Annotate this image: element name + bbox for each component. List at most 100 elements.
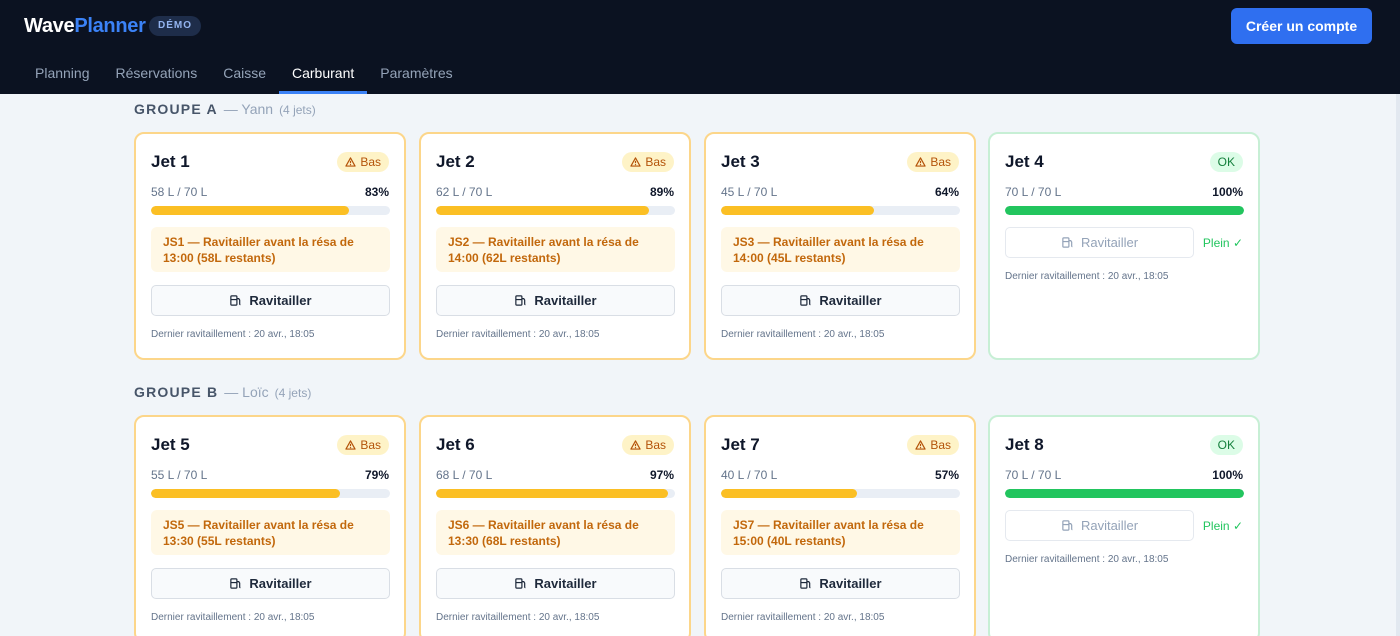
group-header-b: GROUPE B — Loïc (4 jets) — [134, 384, 311, 400]
full-status-label: Plein ✓ — [1202, 519, 1243, 533]
tab-reservations[interactable]: Réservations — [103, 53, 211, 94]
fuel-gauge — [151, 489, 390, 498]
brand-logo[interactable]: WavePlanner — [24, 15, 146, 38]
refuel-button-label: Ravitailler — [1080, 235, 1139, 250]
refuel-button[interactable]: Ravitailler — [1005, 227, 1194, 258]
create-account-button[interactable]: Créer un compte — [1231, 8, 1372, 44]
status-badge: Bas — [907, 152, 959, 172]
fuel-gauge-fill — [1005, 206, 1244, 215]
jet-title: Jet 7 — [721, 435, 760, 454]
fuel-pump-icon — [1061, 236, 1074, 249]
refuel-button-label: Ravitailler — [534, 293, 597, 308]
refuel-alert: JS2 — Ravitailler avant la résa de 14:00… — [436, 227, 675, 272]
jet-title: Jet 6 — [436, 435, 475, 454]
warning-triangle-icon — [630, 153, 641, 173]
status-label: Bas — [360, 155, 381, 169]
refuel-button[interactable]: Ravitailler — [436, 285, 675, 316]
refuel-button[interactable]: Ravitailler — [151, 285, 390, 316]
status-label: Bas — [930, 155, 951, 169]
group-name: GROUPE A — [134, 101, 218, 117]
status-badge: Bas — [907, 435, 959, 455]
fuel-percent: 79% — [364, 468, 389, 482]
status-label: Bas — [360, 438, 381, 452]
fuel-percent: 89% — [649, 185, 674, 199]
jet-title: Jet 8 — [1005, 435, 1044, 454]
refuel-button-label: Ravitailler — [819, 576, 882, 591]
tab-planning[interactable]: Planning — [22, 53, 103, 94]
refuel-alert: JS3 — Ravitailler avant la résa de 14:00… — [721, 227, 960, 272]
warning-triangle-icon — [345, 153, 356, 173]
fuel-percent: 83% — [364, 185, 389, 199]
fuel-percent: 100% — [1212, 185, 1243, 199]
fuel-pump-icon — [229, 577, 242, 590]
refuel-button-label: Ravitailler — [249, 576, 312, 591]
top-navbar: WavePlanner DÉMO Créer un compte Plannin… — [0, 0, 1400, 94]
fuel-pump-icon — [799, 294, 812, 307]
last-refuel-timestamp: Dernier ravitaillement : 20 avr., 18:05 — [1005, 554, 1169, 565]
jet-card: Jet 8 OK 70 L / 70 L 100% Ravitailler Plein ✓… — [988, 415, 1260, 636]
status-label: Bas — [645, 155, 666, 169]
refuel-button[interactable]: Ravitailler — [436, 568, 675, 599]
fuel-pump-icon — [229, 294, 242, 307]
last-refuel-timestamp: Dernier ravitaillement : 20 avr., 18:05 — [436, 329, 600, 340]
status-label: OK — [1217, 438, 1235, 452]
status-badge: Bas — [337, 435, 389, 455]
fuel-percent: 97% — [649, 468, 674, 482]
status-badge: Bas — [337, 152, 389, 172]
fuel-gauge-fill — [1005, 489, 1244, 498]
fuel-gauge-fill — [436, 206, 649, 215]
refuel-button[interactable]: Ravitailler — [721, 568, 960, 599]
warning-triangle-icon — [345, 436, 356, 456]
fuel-gauge-fill — [436, 489, 668, 498]
last-refuel-timestamp: Dernier ravitaillement : 20 avr., 18:05 — [721, 329, 885, 340]
status-label: Bas — [645, 438, 666, 452]
fuel-gauge — [151, 206, 390, 215]
fuel-gauge — [721, 489, 960, 498]
jet-card: Jet 1 Bas 58 L / 70 L 83% JS1 — Ravitailler … — [134, 132, 406, 360]
fuel-level-text: 45 L / 70 L — [721, 185, 778, 199]
fuel-gauge-fill — [151, 206, 350, 215]
refuel-button-label: Ravitailler — [249, 293, 312, 308]
refuel-button-label: Ravitailler — [1080, 518, 1139, 533]
jet-title: Jet 5 — [151, 435, 190, 454]
tab-caisse[interactable]: Caisse — [210, 53, 279, 94]
warning-triangle-icon — [915, 436, 926, 456]
fuel-level-text: 58 L / 70 L — [151, 185, 208, 199]
fuel-level-text: 62 L / 70 L — [436, 185, 493, 199]
status-badge: OK — [1209, 435, 1243, 455]
group-name: GROUPE B — [134, 384, 219, 400]
fuel-level-text: 55 L / 70 L — [151, 468, 208, 482]
demo-badge: DÉMO — [149, 16, 201, 36]
fuel-gauge — [721, 206, 960, 215]
group-jet-count: (4 jets) — [274, 386, 312, 400]
fuel-gauge — [436, 489, 675, 498]
brand-name-part2: Planner — [74, 15, 146, 37]
tab-carburant[interactable]: Carburant — [279, 53, 368, 94]
main-nav-tabs: Planning Réservations Caisse Carburant P… — [22, 53, 466, 94]
refuel-button[interactable]: Ravitailler — [721, 285, 960, 316]
fuel-level-text: 40 L / 70 L — [721, 468, 778, 482]
jet-title: Jet 1 — [151, 152, 190, 171]
fuel-percent: 64% — [934, 185, 959, 199]
jet-card: Jet 4 OK 70 L / 70 L 100% Ravitailler Plein ✓… — [988, 132, 1260, 360]
warning-triangle-icon — [915, 153, 926, 173]
tab-parametres[interactable]: Paramètres — [367, 53, 465, 94]
fuel-gauge — [436, 206, 675, 215]
status-badge: OK — [1209, 152, 1243, 172]
fuel-percent: 100% — [1212, 468, 1243, 482]
group-lead: — Loïc — [224, 384, 269, 400]
fuel-level-text: 70 L / 70 L — [1005, 185, 1062, 199]
page-scrollbar[interactable] — [1396, 94, 1400, 636]
jet-card: Jet 7 Bas 40 L / 70 L 57% JS7 — Ravitailler … — [704, 415, 976, 636]
status-badge: Bas — [622, 435, 674, 455]
refuel-button[interactable]: Ravitailler — [151, 568, 390, 599]
refuel-button[interactable]: Ravitailler — [1005, 510, 1194, 541]
fuel-gauge-fill — [721, 206, 874, 215]
fuel-level-text: 68 L / 70 L — [436, 468, 493, 482]
fuel-pump-icon — [514, 294, 527, 307]
group-header-a: GROUPE A — Yann (4 jets) — [134, 101, 316, 117]
brand-name-part1: Wave — [24, 15, 75, 37]
last-refuel-timestamp: Dernier ravitaillement : 20 avr., 18:05 — [436, 612, 600, 623]
full-status-label: Plein ✓ — [1202, 236, 1243, 250]
fuel-gauge-fill — [721, 489, 858, 498]
